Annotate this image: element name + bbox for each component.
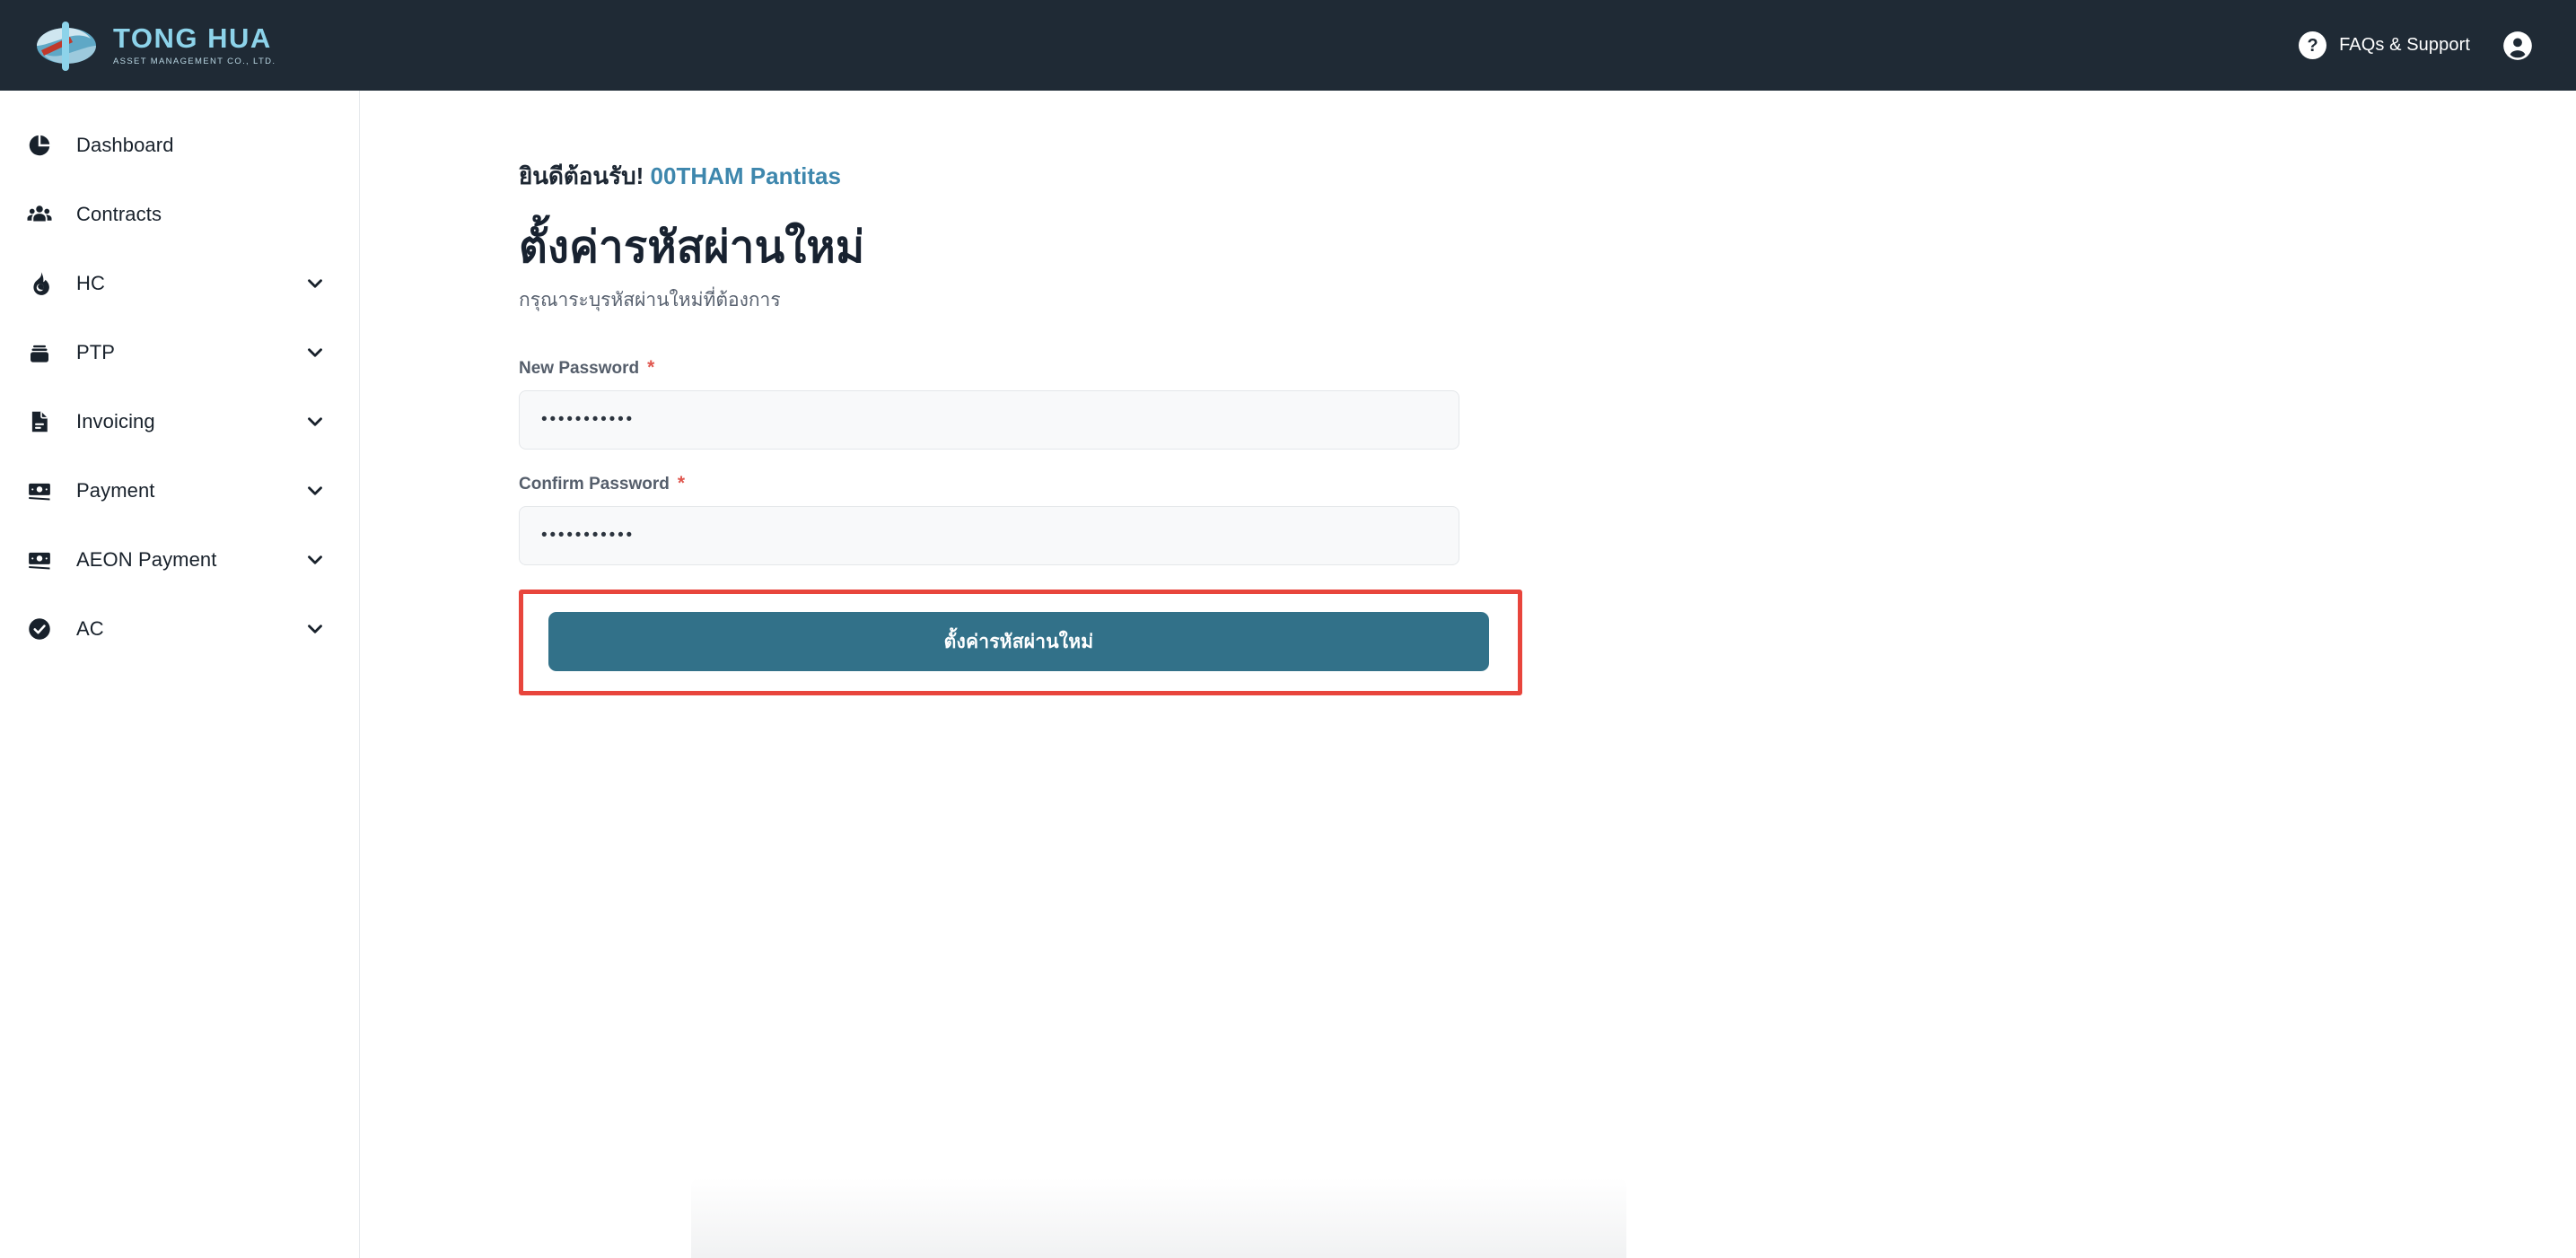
brand-logo[interactable]: TONG HUA ASSET MANAGEMENT CO., LTD. [34,18,276,74]
stack-box-icon [22,336,57,370]
question-mark-circle-icon: ? [2299,31,2327,59]
account-circle-icon[interactable] [2501,29,2535,63]
brand-subtitle: ASSET MANAGEMENT CO., LTD. [113,56,276,66]
new-password-label-row: New Password * [519,358,1459,379]
sidebar-item-label: HC [76,271,105,294]
sidebar-item-label: AC [76,616,104,640]
header-actions: ? FAQs & Support [2299,29,2535,63]
chevron-down-icon[interactable] [303,341,327,364]
sidebar-item-hc[interactable]: HC [0,249,359,318]
sidebar-nav: Dashboard Contracts HC PTP Invoicing Pay… [0,91,360,1258]
reset-password-form: New Password * ••••••••••• Confirm Passw… [519,358,1522,696]
app-header: TONG HUA ASSET MANAGEMENT CO., LTD. ? FA… [0,0,2576,91]
sidebar-item-label: Dashboard [76,133,174,156]
chevron-down-icon[interactable] [303,272,327,295]
page-title: ตั้งค่ารหัสผ่านใหม่ [519,223,865,273]
brand-text: TONG HUA ASSET MANAGEMENT CO., LTD. [113,24,276,66]
fire-icon [22,266,57,301]
sidebar-item-contracts[interactable]: Contracts [0,179,359,249]
sidebar-item-label: Invoicing [76,409,155,432]
sidebar-item-ac[interactable]: AC [0,594,359,663]
new-password-label: New Password [519,359,640,379]
reset-password-submit-button[interactable]: ตั้งค่ารหัสผ่านใหม่ [548,612,1489,672]
check-circle-icon [22,612,57,646]
required-marker: * [677,473,686,494]
new-password-input[interactable]: ••••••••••• [519,390,1459,450]
confirm-password-input[interactable]: ••••••••••• [519,506,1459,566]
required-marker: * [647,357,655,379]
banknote-icon [22,543,57,577]
banknote-icon [22,474,57,508]
new-password-field-group: New Password * ••••••••••• [519,358,1459,450]
app-root: TONG HUA ASSET MANAGEMENT CO., LTD. ? FA… [0,0,2576,1258]
confirm-password-field-group: Confirm Password * ••••••••••• [519,474,1459,566]
sidebar-item-dashboard[interactable]: Dashboard [0,110,359,179]
welcome-prefix: ยินดีต้อนรับ! [519,162,644,189]
sidebar-item-ptp[interactable]: PTP [0,318,359,387]
chevron-down-icon[interactable] [303,479,327,502]
sidebar-item-label: Contracts [76,202,162,225]
welcome-line: ยินดีต้อนรับ! 00THAM Pantitas [519,161,2576,192]
page-subtitle: กรุณาระบุรหัสผ่านใหม่ที่ต้องการ [519,289,781,310]
sidebar-item-payment[interactable]: Payment [0,456,359,525]
sidebar-item-label: AEON Payment [76,547,217,571]
main-content: ยินดีต้อนรับ! 00THAM Pantitas ตั้งค่ารหั… [361,91,2576,1258]
sidebar-item-label: PTP [76,340,116,363]
people-group-icon [22,197,57,232]
document-icon [22,405,57,439]
chevron-down-icon[interactable] [303,410,327,433]
faqs-support-label: FAQs & Support [2339,35,2470,55]
tonghua-logo-icon [34,18,99,74]
sidebar-item-aeon-payment[interactable]: AEON Payment [0,525,359,594]
brand-name: TONG HUA [113,22,272,55]
pie-chart-icon [22,128,57,162]
submit-button-area: ตั้งค่ารหัสผ่านใหม่ [519,590,1522,696]
confirm-password-label: Confirm Password [519,475,670,494]
sidebar-item-label: Payment [76,478,155,502]
sidebar-item-invoicing[interactable]: Invoicing [0,387,359,456]
bottom-overlay-panel [691,1177,1626,1258]
chevron-down-icon[interactable] [303,617,327,641]
chevron-down-icon[interactable] [303,548,327,572]
faqs-support-button[interactable]: ? FAQs & Support [2299,31,2470,59]
welcome-username: 00THAM Pantitas [650,162,841,189]
confirm-password-label-row: Confirm Password * [519,474,1459,494]
